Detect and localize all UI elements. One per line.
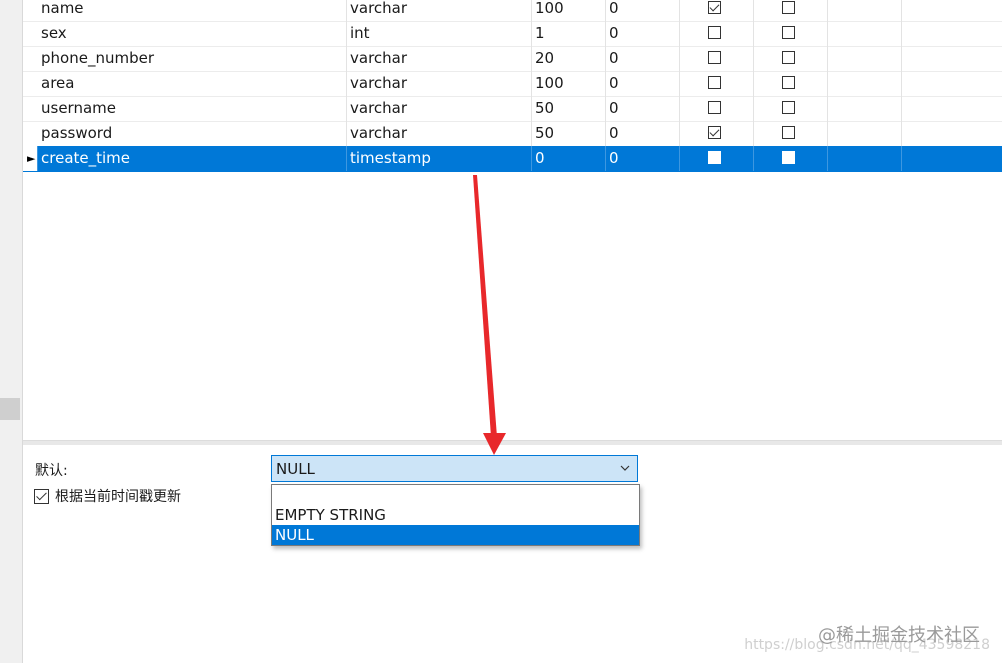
row-indicator: ► [23, 146, 38, 171]
extra-cell[interactable] [828, 146, 902, 171]
field-decimals-cell[interactable]: 0 [606, 96, 680, 121]
row-indicator [23, 46, 38, 71]
key-cell[interactable] [754, 146, 828, 171]
field-length-cell[interactable]: 20 [532, 46, 606, 71]
extra-cell[interactable] [828, 121, 902, 146]
row-indicator [23, 96, 38, 121]
field-type-cell[interactable]: int [347, 21, 532, 46]
field-length-cell[interactable]: 0 [532, 146, 606, 171]
field-name-cell[interactable]: username [38, 96, 347, 121]
field-type-cell[interactable]: timestamp [347, 146, 532, 171]
field-name-cell[interactable]: sex [38, 21, 347, 46]
not-null-cell[interactable] [680, 0, 754, 21]
default-value-dropdown: EMPTY STRING NULL [271, 484, 640, 546]
field-decimals-cell[interactable]: 0 [606, 146, 680, 171]
not-null-cell[interactable] [680, 96, 754, 121]
field-name-cell[interactable]: name [38, 0, 347, 21]
field-type-cell[interactable]: varchar [347, 121, 532, 146]
field-decimals-cell[interactable]: 0 [606, 46, 680, 71]
table-row[interactable]: password varchar 50 0 [23, 121, 1002, 147]
field-length-cell[interactable]: 50 [532, 121, 606, 146]
field-type-cell[interactable]: varchar [347, 96, 532, 121]
update-on-timestamp-label: 根据当前时间戳更新 [55, 489, 181, 505]
key-cell[interactable] [754, 0, 828, 21]
field-name-cell[interactable]: create_time [38, 146, 347, 171]
field-type-cell[interactable]: varchar [347, 46, 532, 71]
field-decimals-cell[interactable]: 0 [606, 121, 680, 146]
not-null-checkbox[interactable] [708, 1, 721, 14]
row-indicator [23, 71, 38, 96]
dropdown-option-empty-string[interactable]: EMPTY STRING [272, 505, 639, 525]
field-name-cell[interactable]: area [38, 71, 347, 96]
default-label: 默认: [35, 463, 68, 479]
key-checkbox[interactable] [782, 1, 795, 14]
field-decimals-cell[interactable]: 0 [606, 21, 680, 46]
key-cell[interactable] [754, 71, 828, 96]
key-checkbox[interactable] [782, 151, 795, 164]
field-type-cell[interactable]: varchar [347, 0, 532, 21]
annotation-arrow-icon [473, 175, 506, 455]
not-null-cell[interactable] [680, 146, 754, 171]
field-type-cell[interactable]: varchar [347, 71, 532, 96]
table-row[interactable]: area varchar 100 0 [23, 71, 1002, 97]
field-length-cell[interactable]: 50 [532, 96, 606, 121]
key-checkbox[interactable] [782, 76, 795, 89]
key-cell[interactable] [754, 121, 828, 146]
row-indicator [23, 21, 38, 46]
key-checkbox[interactable] [782, 26, 795, 39]
not-null-cell[interactable] [680, 21, 754, 46]
extra-cell[interactable] [828, 96, 902, 121]
key-cell[interactable] [754, 21, 828, 46]
row-indicator [23, 0, 38, 21]
field-name-cell[interactable]: phone_number [38, 46, 347, 71]
not-null-checkbox[interactable] [708, 151, 721, 164]
gutter-scroll-mark[interactable] [0, 398, 20, 420]
table-row[interactable]: sex int 1 0 [23, 21, 1002, 47]
key-checkbox[interactable] [782, 101, 795, 114]
table-row[interactable]: name varchar 100 0 [23, 0, 1002, 22]
extra-cell[interactable] [828, 46, 902, 71]
not-null-cell[interactable] [680, 121, 754, 146]
row-indicator [23, 121, 38, 146]
extra-cell[interactable] [828, 21, 902, 46]
table-row[interactable]: phone_number varchar 20 0 [23, 46, 1002, 72]
watermark-text: @稀土掘金技术社区 [818, 625, 980, 646]
dropdown-option-null[interactable]: NULL [272, 525, 639, 545]
field-length-cell[interactable]: 1 [532, 21, 606, 46]
default-value-text: NULL [276, 460, 315, 478]
chevron-down-icon[interactable] [619, 462, 631, 474]
not-null-checkbox[interactable] [708, 126, 721, 139]
not-null-cell[interactable] [680, 46, 754, 71]
key-cell[interactable] [754, 46, 828, 71]
left-gutter [0, 0, 23, 663]
table-row[interactable]: ► create_time timestamp 0 0 [23, 146, 1002, 172]
default-value-combobox[interactable]: NULL [271, 455, 638, 482]
checkbox-checked-icon[interactable] [34, 489, 49, 504]
field-length-cell[interactable]: 100 [532, 71, 606, 96]
not-null-checkbox[interactable] [708, 26, 721, 39]
field-length-cell[interactable]: 100 [532, 0, 606, 21]
extra-cell[interactable] [828, 0, 902, 21]
table-row[interactable]: username varchar 50 0 [23, 96, 1002, 122]
field-decimals-cell[interactable]: 0 [606, 0, 680, 21]
extra-cell[interactable] [828, 71, 902, 96]
key-cell[interactable] [754, 96, 828, 121]
field-decimals-cell[interactable]: 0 [606, 71, 680, 96]
field-name-cell[interactable]: password [38, 121, 347, 146]
not-null-cell[interactable] [680, 71, 754, 96]
key-checkbox[interactable] [782, 126, 795, 139]
not-null-checkbox[interactable] [708, 76, 721, 89]
key-checkbox[interactable] [782, 51, 795, 64]
not-null-checkbox[interactable] [708, 101, 721, 114]
not-null-checkbox[interactable] [708, 51, 721, 64]
